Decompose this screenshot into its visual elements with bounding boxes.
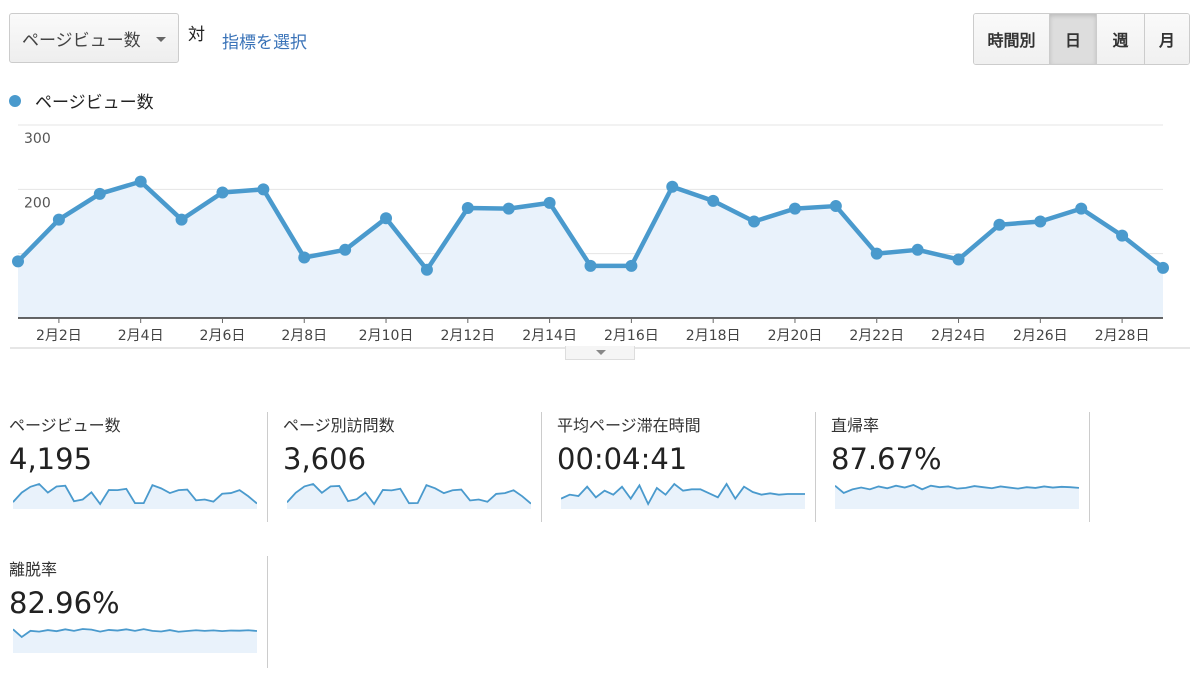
x-tick-label: 2月26日 (1013, 328, 1068, 344)
scorecard-label: 平均ページ滞在時間 (557, 416, 701, 435)
vs-label: 対 (188, 25, 205, 45)
sparkline (561, 482, 805, 509)
data-point (93, 187, 106, 200)
data-point (788, 202, 801, 215)
caret-down-icon (596, 350, 606, 355)
x-tick-label: 2月14日 (522, 328, 577, 344)
x-tick-label: 2月6日 (200, 328, 246, 344)
area-fill (18, 181, 1163, 318)
data-point (707, 194, 720, 207)
divider (815, 412, 816, 522)
sparkline (13, 628, 257, 653)
sparkline-area (13, 629, 257, 653)
pageviews-line-chart[interactable]: 1002003002月2日2月4日2月6日2月8日2月10日2月12日2月14日… (0, 110, 1200, 350)
scorecard-value: 4,195 (9, 442, 93, 476)
granularity-hourly-button[interactable]: 時間別 (974, 14, 1049, 64)
data-point (420, 263, 433, 276)
x-tick-label: 2月20日 (768, 328, 823, 344)
x-tick-label: 2月28日 (1095, 328, 1150, 344)
metric-select-label: ページビュー数 (22, 30, 141, 51)
scorecard-value: 3,606 (283, 442, 367, 476)
scorecard-exit-rate[interactable]: 離脱率 82.96% (9, 556, 269, 666)
data-point (380, 212, 393, 225)
data-point (339, 243, 352, 256)
data-point (1157, 261, 1169, 274)
collapse-chart-toggle[interactable] (565, 346, 635, 360)
granularity-day-button[interactable]: 日 (1049, 14, 1096, 64)
data-point (175, 213, 188, 226)
divider (267, 412, 268, 522)
select-metric-link[interactable]: 指標を選択 (222, 28, 307, 53)
data-point (952, 253, 965, 266)
scorecard-value: 82.96% (9, 586, 120, 620)
data-point (829, 200, 842, 213)
x-tick-label: 2月24日 (931, 328, 986, 344)
granularity-week-button[interactable]: 週 (1096, 14, 1144, 64)
data-point (298, 251, 311, 264)
x-tick-label: 2月18日 (686, 328, 741, 344)
scorecard-unique-pageviews[interactable]: ページ別訪問数 3,606 (283, 412, 543, 522)
data-point (543, 196, 556, 209)
data-point (584, 259, 597, 272)
scorecard-avg-time-on-page[interactable]: 平均ページ滞在時間 00:04:41 (557, 412, 817, 522)
scorecard-value: 00:04:41 (557, 442, 688, 476)
divider (541, 412, 542, 522)
y-tick-label: 300 (24, 131, 51, 147)
divider (1089, 412, 1090, 522)
data-point (666, 180, 679, 193)
scorecard-label: 離脱率 (9, 560, 58, 579)
data-point (1034, 215, 1047, 228)
x-tick-label: 2月22日 (849, 328, 904, 344)
data-point (461, 201, 474, 214)
legend-dot-icon (9, 94, 21, 107)
data-point (870, 247, 883, 260)
data-point (1116, 229, 1129, 242)
scorecard-label: ページ別訪問数 (283, 416, 395, 435)
data-point (134, 175, 147, 188)
x-tick-label: 2月2日 (36, 328, 82, 344)
scorecard-value: 87.67% (831, 442, 942, 476)
x-tick-label: 2月8日 (281, 328, 327, 344)
divider (267, 556, 268, 668)
data-point (1075, 202, 1088, 215)
data-point (748, 215, 761, 228)
scorecard-pageviews[interactable]: ページビュー数 4,195 (9, 412, 269, 522)
sparkline (287, 482, 531, 509)
data-point (993, 218, 1006, 231)
scorecard-bounce-rate[interactable]: 直帰率 87.67% (831, 412, 1091, 522)
x-tick-label: 2月4日 (118, 328, 164, 344)
scorecard-label: 直帰率 (831, 416, 880, 435)
data-point (52, 213, 65, 226)
sparkline (835, 484, 1079, 509)
x-tick-label: 2月12日 (440, 328, 495, 344)
x-tick-label: 2月16日 (604, 328, 659, 344)
granularity-month-button[interactable]: 月 (1144, 14, 1189, 64)
data-point (911, 243, 924, 256)
data-point (625, 259, 638, 272)
data-point (216, 186, 229, 199)
y-tick-label: 200 (24, 195, 51, 211)
data-point (12, 255, 24, 268)
chevron-down-icon (156, 37, 166, 42)
data-point (502, 202, 515, 215)
granularity-toggle: 時間別 日 週 月 (973, 13, 1190, 65)
scorecard-label: ページビュー数 (9, 416, 121, 435)
metric-select[interactable]: ページビュー数 (9, 13, 179, 63)
data-point (257, 183, 270, 196)
sparkline (13, 482, 257, 509)
x-tick-label: 2月10日 (359, 328, 414, 344)
